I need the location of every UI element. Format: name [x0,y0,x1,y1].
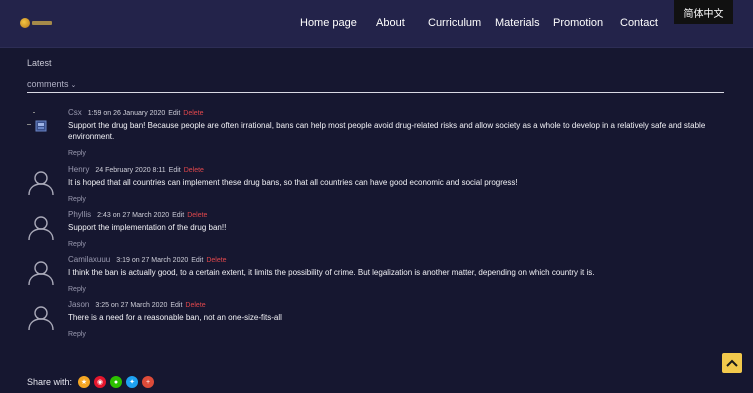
user-silhouette-icon [27,304,55,332]
comment-text: Support the implementation of the drug b… [68,223,227,232]
comments-sort-dropdown[interactable]: comments ⌄ [27,79,76,89]
back-to-top-button[interactable] [722,353,742,373]
comment-date: 3:19 on 27 March 2020 [116,257,189,264]
comment-author[interactable]: Csx [68,108,82,117]
comment-text: It is hoped that all countries can imple… [68,178,518,187]
user-silhouette-icon [27,259,55,287]
nav-about[interactable]: About [376,17,405,29]
reply-button[interactable]: Reply [68,286,86,293]
comment-date: 1:59 on 26 January 2020 [87,110,166,117]
user-silhouette-icon [27,214,55,242]
comment-text: There is a need for a reasonable ban, no… [68,313,282,322]
nav-curriculum[interactable]: Curriculum [428,17,481,29]
comment-body: Csx 1:59 on 26 January 2020 Edit Delete Sup… [68,108,728,160]
edit-button[interactable]: Edit [191,257,203,264]
comment-text: Support the drug ban! Because people are… [68,121,706,141]
comment-date: 2:43 on 27 March 2020 [97,212,170,219]
delete-button[interactable]: Delete [184,167,204,174]
edit-button[interactable]: Edit [168,110,180,117]
wechat-icon[interactable]: ● [110,376,123,388]
edit-button[interactable]: Edit [172,212,184,219]
image-avatar [27,112,55,140]
edit-button[interactable]: Edit [169,167,181,174]
delete-button[interactable]: Delete [187,212,207,219]
comment-body: Henry 24 February 2020 8:11 Edit Delete It … [68,165,728,206]
twitter-icon[interactable]: ✦ [126,376,139,388]
comment-author[interactable]: Jason [68,300,89,309]
comments-divider [27,92,724,93]
comment-author[interactable]: Camilaxuuu [68,255,110,264]
delete-button[interactable]: Delete [185,302,205,309]
nav-promotion[interactable]: Promotion [553,17,603,29]
delete-button[interactable]: Delete [206,257,226,264]
chevron-down-icon: ⌄ [70,82,77,89]
comment-meta: Csx 1:59 on 26 January 2020 Edit Delete [68,108,728,118]
comment-meta: Jason 3:25 on 27 March 2020 Edit Delete [68,300,728,310]
language-switch-button[interactable]: 简体中文 [674,0,733,24]
nav-materials[interactable]: Materials [495,17,540,29]
delete-button[interactable]: Delete [183,110,203,117]
comment-author[interactable]: Phyllis [68,210,91,219]
comment-date: 24 February 2020 8:11 [95,167,166,174]
comment-text: I think the ban is actually good, to a c… [68,268,595,277]
comment-body: Camilaxuuu 3:19 on 27 March 2020 Edit Delet… [68,255,728,296]
comment-body: Phyllis 2:43 on 27 March 2020 Edit Delete S… [68,210,728,251]
nav-contact[interactable]: Contact [620,17,658,29]
reply-button[interactable]: Reply [68,331,86,338]
comment-meta: Camilaxuuu 3:19 on 27 March 2020 Edit Delet… [68,255,728,265]
latest-label: Latest [27,58,52,68]
comment-author[interactable]: Henry [68,165,89,174]
top-navigation-bar: Home page About Curriculum Materials Pro… [0,0,753,48]
main-nav: Home page About Curriculum Materials Pro… [0,17,753,33]
comments-sort-label: comments [27,79,69,89]
comment-meta: Phyllis 2:43 on 27 March 2020 Edit Delete [68,210,728,220]
user-silhouette-icon [27,169,55,197]
edit-button[interactable]: Edit [170,302,182,309]
nav-home[interactable]: Home page [300,17,357,29]
weibo-icon[interactable]: ◉ [94,376,107,388]
comment-date: 3:25 on 27 March 2020 [95,302,168,309]
reply-button[interactable]: Reply [68,241,86,248]
share-label: Share with: [27,377,73,387]
google-plus-icon[interactable]: + [142,376,155,388]
comment-body: Jason 3:25 on 27 March 2020 Edit Delete The… [68,300,728,341]
qzone-icon[interactable]: ★ [78,376,91,388]
reply-button[interactable]: Reply [68,150,86,157]
comment-meta: Henry 24 February 2020 8:11 Edit Delete [68,165,728,175]
reply-button[interactable]: Reply [68,196,86,203]
share-bar: Share with: ★ ◉ ● ✦ + [27,375,155,389]
chevron-up-icon [726,359,738,367]
